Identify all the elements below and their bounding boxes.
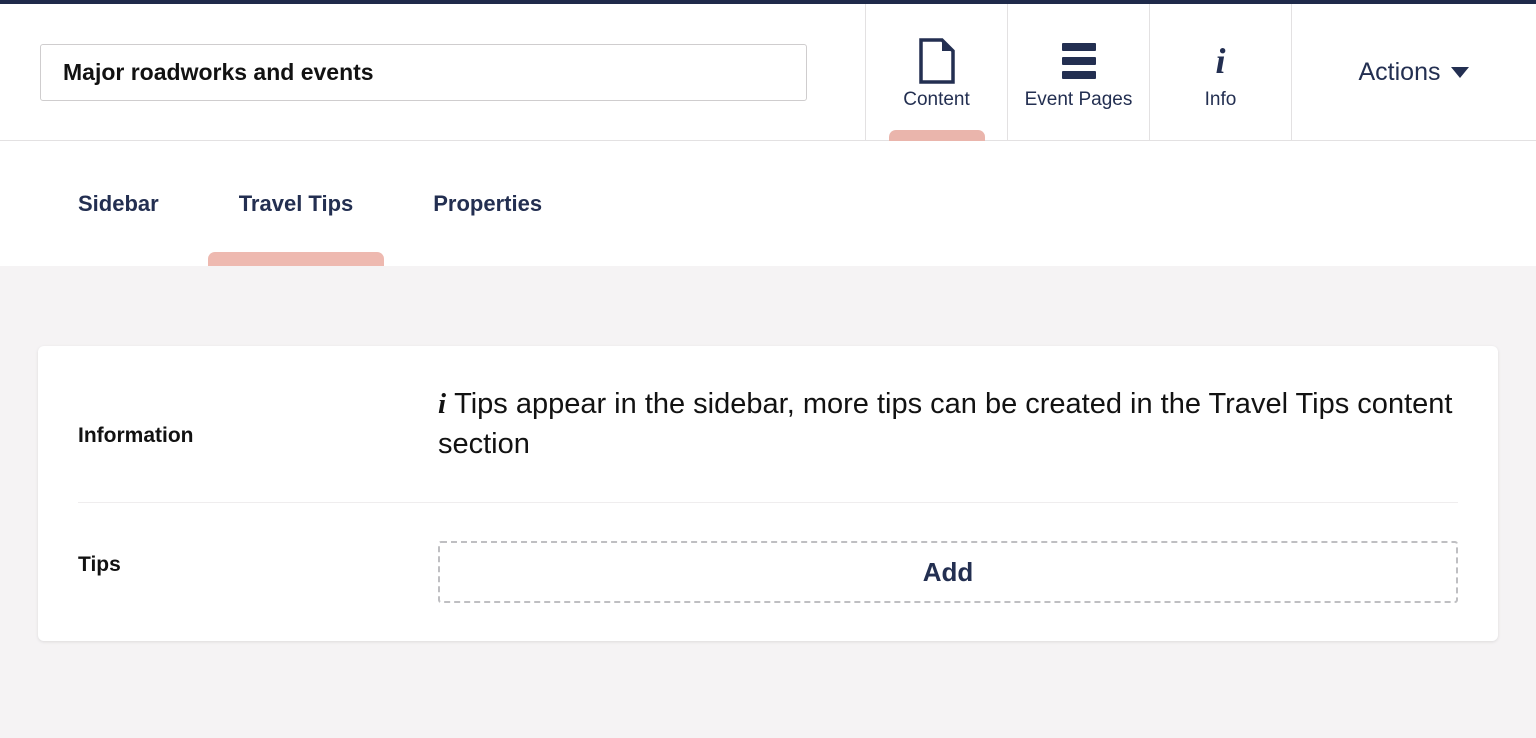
header-tab-info-label: Info xyxy=(1204,89,1237,110)
information-text: Tips appear in the sidebar, more tips ca… xyxy=(438,388,1453,461)
page-header: Content Event Pages i Info Actions xyxy=(0,4,1536,141)
title-zone xyxy=(0,4,865,140)
add-tip-label: Add xyxy=(922,556,974,587)
page-title-input[interactable] xyxy=(40,43,807,101)
header-tab-event-pages-label: Event Pages xyxy=(1024,89,1133,110)
list-icon xyxy=(1061,39,1096,83)
subnav-tab-sidebar[interactable]: Sidebar xyxy=(78,141,159,266)
main-content: Information i Tips appear in the sidebar,… xyxy=(0,266,1536,642)
tips-row-body: Add xyxy=(438,541,1458,604)
header-tab-event-pages[interactable]: Event Pages xyxy=(1007,4,1149,140)
subnav-tab-properties-label: Properties xyxy=(433,190,543,216)
header-tab-content-label: Content xyxy=(903,89,970,110)
tips-row: Tips Add xyxy=(78,502,1458,641)
add-tip-button[interactable]: Add xyxy=(438,541,1458,604)
info-icon: i xyxy=(1215,41,1226,81)
header-tab-group: Content Event Pages i Info xyxy=(865,4,1291,140)
actions-label: Actions xyxy=(1358,57,1441,86)
subnav-tab-travel-tips[interactable]: Travel Tips xyxy=(239,141,354,266)
tips-row-label: Tips xyxy=(78,553,121,577)
header-tab-content[interactable]: Content xyxy=(865,4,1007,140)
document-icon xyxy=(918,38,955,84)
info-icon: i xyxy=(438,388,447,420)
information-row-body: i Tips appear in the sidebar, more tips c… xyxy=(438,384,1458,464)
header-tab-info[interactable]: i Info xyxy=(1149,4,1291,140)
subnav-tab-properties[interactable]: Properties xyxy=(433,141,542,266)
subnav-tab-sidebar-label: Sidebar xyxy=(78,190,159,216)
information-row-label: Information xyxy=(78,424,194,447)
information-text-block: i Tips appear in the sidebar, more tips c… xyxy=(438,384,1458,464)
chevron-down-icon xyxy=(1451,66,1470,78)
actions-menu-button[interactable]: Actions xyxy=(1291,4,1536,140)
information-row: Information i Tips appear in the sidebar,… xyxy=(78,346,1458,502)
settings-card: Information i Tips appear in the sidebar,… xyxy=(38,346,1498,642)
subnav-tab-travel-tips-label: Travel Tips xyxy=(238,190,354,216)
sub-navigation: Sidebar Travel Tips Properties xyxy=(0,141,1536,266)
